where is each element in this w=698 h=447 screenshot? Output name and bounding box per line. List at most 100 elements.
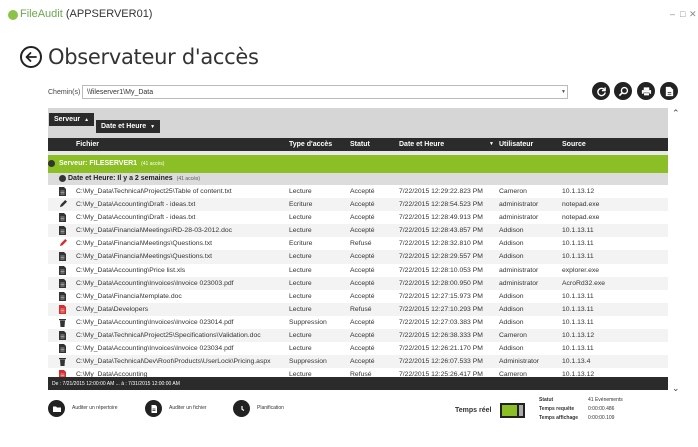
- cell-file: C:\My_Data\Accounting\Invoices\Invoice 0…: [76, 345, 234, 353]
- table-row[interactable]: C:\My_Data\Technical\Dev\Root\Products\U…: [48, 355, 668, 369]
- cell-access-type: Lecture: [289, 345, 312, 353]
- cell-file: C:\My_Data\Accounting\Draft - ideas.txt: [76, 201, 196, 209]
- realtime-toggle[interactable]: [500, 403, 525, 418]
- export-icon: [665, 86, 673, 96]
- cell-datetime: 7/22/2015 12:28:32.810 PM: [399, 240, 483, 248]
- cell-user: Cameron: [499, 188, 527, 195]
- group-chip-datetime[interactable]: Date et Heure ▼: [96, 120, 161, 133]
- cell-source: 10.1.13.11: [562, 318, 594, 326]
- maximize-button[interactable]: □: [680, 9, 685, 19]
- export-button[interactable]: [660, 82, 678, 100]
- schedule-label: Planification: [257, 405, 284, 411]
- table-row[interactable]: C:\My_Data\Accounting\Invoices\Invoice 0…: [48, 342, 668, 356]
- cell-access-type: Lecture: [289, 332, 312, 340]
- back-button[interactable]: [20, 46, 42, 68]
- table-row[interactable]: C:\My_Data\Technical\Project25\Specifica…: [48, 329, 668, 343]
- cell-access-type: Lecture: [289, 279, 312, 287]
- cell-file: C:\My_Data\Accounting\Invoices\Invoice 0…: [76, 279, 234, 287]
- col-access-type[interactable]: Type d'accès: [289, 141, 332, 148]
- group-chip-server[interactable]: Serveur ▲: [49, 113, 95, 126]
- cell-file: C:\My_Data\Financial\template.doc: [76, 292, 182, 300]
- cell-status: Accepté: [350, 279, 375, 287]
- cell-source: 10.1.13.11: [562, 240, 594, 248]
- pencil-icon: [59, 200, 67, 209]
- audit-folder-button[interactable]: Auditer un répertoire: [48, 400, 128, 418]
- schedule-button[interactable]: Planification: [233, 400, 293, 418]
- table-row[interactable]: C:\My_Data\Accounting\Invoices\Invoice 0…: [48, 276, 668, 290]
- table-row[interactable]: C:\My_Data\Accounting\Draft - ideas.txt L…: [48, 211, 668, 225]
- col-user[interactable]: Utilisateur: [499, 141, 533, 148]
- table-row[interactable]: C:\My_Data\Accounting\Price list.xls Lect…: [48, 263, 668, 277]
- table-row[interactable]: C:\My_Data\Developers Lecture Refusé 7/22/2…: [48, 302, 668, 316]
- cell-datetime: 7/22/2015 12:28:54.523 PM: [399, 201, 483, 209]
- scroll-down-icon[interactable]: ⌄: [672, 383, 680, 394]
- table-row[interactable]: C:\My_Data\Financial\Meetings\Questions.…: [48, 250, 668, 264]
- cell-user: administrator: [499, 279, 539, 287]
- collapse-icon[interactable]: [48, 160, 55, 167]
- table-row[interactable]: C:\My_Data\Financial\Meetings\RD-28-03-2…: [48, 224, 668, 238]
- fileaudit-logo-icon: [8, 10, 18, 20]
- cell-access-type: Lecture: [289, 266, 312, 274]
- cell-user: administrator: [499, 266, 539, 274]
- close-button[interactable]: ✕: [689, 9, 697, 20]
- file-icon: [59, 344, 66, 354]
- cell-file: C:\My_Data\Financial\Meetings\RD-28-03-2…: [76, 227, 233, 235]
- cell-status: Accepté: [350, 292, 375, 300]
- path-input[interactable]: \\fileserver1\My_Data: [82, 85, 568, 99]
- search-button[interactable]: [614, 82, 632, 100]
- file-denied-icon: [59, 304, 66, 314]
- cell-user: Addison: [499, 305, 524, 313]
- file-icon: [59, 226, 66, 236]
- file-icon: [59, 213, 66, 223]
- refresh-button[interactable]: [592, 82, 610, 100]
- path-dropdown-icon[interactable]: ▼: [561, 89, 566, 95]
- file-icon: [59, 278, 66, 288]
- cell-file: C:\My_Data\Technical\Project25\Specifica…: [76, 332, 261, 340]
- cell-access-type: Suppression: [289, 318, 327, 326]
- table-row[interactable]: C:\My_Data\Accounting Lecture Refusé 7/22/2…: [48, 368, 668, 377]
- table-row[interactable]: C:\My_Data\Financial\template.doc Lecture…: [48, 289, 668, 303]
- col-status[interactable]: Statut: [350, 141, 370, 148]
- cell-file: C:\My_Data\Developers: [76, 305, 149, 313]
- table-row[interactable]: C:\My_Data\Accounting\Draft - ideas.txt E…: [48, 198, 668, 212]
- group-date-count: (41 accès): [176, 176, 201, 182]
- table-row[interactable]: C:\My_Data\Financial\Meetings\Questions.…: [48, 237, 668, 251]
- group-by-panel: Serveur ▲ Date et Heure ▼: [48, 108, 668, 138]
- group-row-server[interactable]: Serveur: FILESERVER1 (41 accès): [48, 155, 668, 173]
- cell-status: Refusé: [350, 240, 372, 248]
- cell-file: C:\My_Data\Technical\Dev\Root\Products\U…: [76, 358, 271, 366]
- group-row-date[interactable]: Date et Heure: Il y a 2 semaines (41 accè…: [48, 173, 668, 185]
- collapse-icon[interactable]: [59, 175, 66, 182]
- cell-source: 10.1.13.11: [562, 227, 594, 235]
- col-datetime[interactable]: Date et Heure: [399, 141, 444, 148]
- cell-access-type: Lecture: [289, 253, 312, 261]
- table-row[interactable]: C:\My_Data\Accounting\Invoices\Invoice 0…: [48, 315, 668, 330]
- cell-access-type: Ecriture: [289, 201, 313, 209]
- cell-datetime: 7/22/2015 12:27:10.293 PM: [399, 305, 483, 313]
- group-chip-server-label: Serveur: [54, 116, 81, 123]
- audit-file-button[interactable]: Auditer un fichier: [145, 400, 220, 418]
- cell-datetime: 7/22/2015 12:26:21.170 PM: [399, 345, 483, 353]
- minimize-button[interactable]: –: [670, 9, 675, 19]
- cell-file: C:\My_Data\Financial\Meetings\Questions.…: [76, 240, 212, 248]
- search-icon: [618, 86, 628, 96]
- clock-icon: [233, 400, 250, 417]
- cell-source: notepad.exe: [562, 214, 600, 222]
- table-row[interactable]: C:\My_Data\Technical\Project25\Table of …: [48, 185, 668, 199]
- file-icon: [59, 187, 66, 196]
- cell-datetime: 7/22/2015 12:28:00.950 PM: [399, 279, 483, 287]
- cell-datetime: 7/22/2015 12:29:22.823 PM: [399, 188, 483, 195]
- print-button[interactable]: [637, 82, 655, 100]
- cell-source: explorer.exe: [562, 266, 600, 274]
- col-source[interactable]: Source: [562, 141, 586, 148]
- pencil-denied-icon: [59, 239, 67, 248]
- cell-status: Accepté: [350, 227, 375, 235]
- cell-status: Accepté: [350, 253, 375, 261]
- cell-datetime: 7/22/2015 12:26:07.533 PM: [399, 358, 483, 366]
- cell-user: administrator: [499, 201, 539, 209]
- col-file[interactable]: Fichier: [76, 141, 99, 148]
- cell-datetime: 7/22/2015 12:28:43.857 PM: [399, 227, 483, 235]
- cell-access-type: Suppression: [289, 358, 327, 366]
- scroll-up-icon[interactable]: ⌃: [672, 108, 680, 119]
- cell-source: 10.1.13.11: [562, 253, 594, 261]
